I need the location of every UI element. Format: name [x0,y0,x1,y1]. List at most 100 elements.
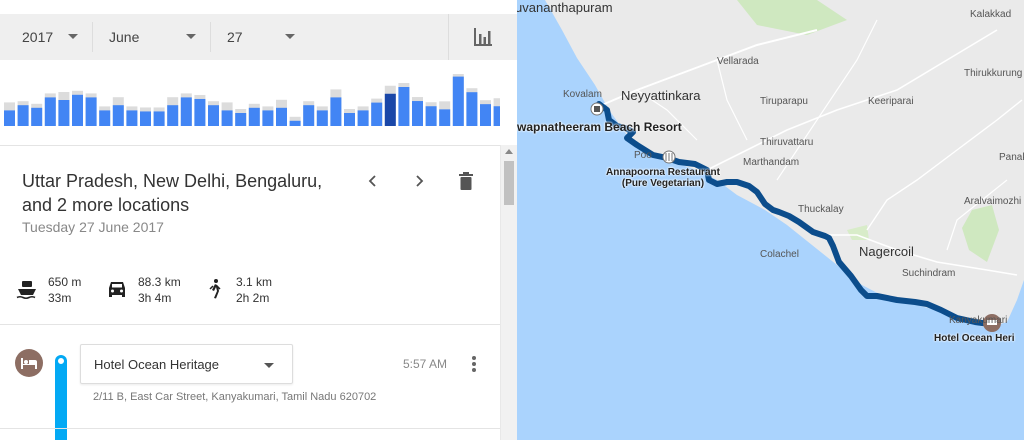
histogram-bar[interactable] [194,98,206,126]
chevron-left-icon [368,175,376,187]
map-label-kanyakumari: Kanyakumari [949,315,1008,326]
mode-car: 88.3 km 3h 4m [106,274,181,306]
divider [0,145,500,146]
map-label-beach-resort: wapnatheeram Beach Resort [517,120,682,134]
sea-area [517,0,1024,440]
histogram-bar[interactable] [140,111,151,126]
scroll-up-arrow[interactable] [505,149,513,154]
map-canvas[interactable] [517,0,1024,440]
chevron-down-icon [264,363,274,368]
histogram-bar[interactable] [112,105,124,126]
delete-day-button[interactable] [455,170,477,192]
histogram-bar[interactable] [99,110,111,126]
map-label-thirukkurungudi: Thirukkurung [964,68,1023,79]
year-select[interactable]: 2017 [0,22,93,52]
histogram-bar[interactable] [425,106,437,126]
histogram-bar[interactable] [344,113,355,126]
stats-button[interactable] [448,14,517,60]
place-type-badge [15,349,43,377]
place-address: 2/11 B, East Car Street, Kanyakumari, Ta… [93,391,377,403]
next-day-button[interactable] [408,170,430,192]
year-value: 2017 [22,29,54,45]
chevron-right-icon [416,175,424,187]
histogram-bar[interactable] [466,92,478,126]
histogram-bar[interactable] [167,105,179,126]
more-vert-icon[interactable] [468,354,480,374]
divider [0,324,500,325]
histogram-bar[interactable] [248,107,260,126]
map-label-poovar: Poo [634,150,652,161]
activity-histogram[interactable] [0,60,500,128]
day-select[interactable]: 27 [211,22,311,52]
histogram-bar[interactable] [303,105,315,126]
histogram-bar[interactable] [384,93,396,126]
map-label-kovalam: Kovalam [563,89,602,100]
map-label-restaurant: Annapoorna Restaurant (Pure Vegetarian) [606,167,720,189]
previous-day-button[interactable] [362,170,384,192]
place-name: Hotel Ocean Heritage [94,357,220,372]
day-summary-title: Uttar Pradesh, New Delhi, Bengaluru, and… [22,171,323,215]
walk-icon [209,279,221,299]
histogram-bar[interactable] [31,107,43,126]
histogram-bar[interactable] [480,104,491,126]
histogram-bar[interactable] [357,110,369,126]
car-duration: 3h 4m [138,291,172,305]
map-label-kalakkad: Kalakkad [970,9,1012,20]
histogram-bar[interactable] [180,97,192,126]
walk-duration: 2h 2m [236,291,270,305]
histogram-bar[interactable] [439,109,451,126]
map-label-nagercoil: Nagercoil [859,244,914,259]
chevron-down-icon [186,34,196,39]
map-label-thiruvananthapuram: uvananthapuram [517,0,613,15]
car-icon [109,282,125,297]
histogram-bar[interactable] [371,102,383,126]
histogram-bar[interactable] [262,110,274,126]
map-label-keeriparai: Keeriparai [868,96,914,107]
month-value: June [109,29,140,45]
histogram-bar[interactable] [235,113,247,126]
histogram-bar[interactable] [85,97,97,126]
map-label-thuckalay: Thuckalay [798,204,844,215]
histogram-bar[interactable] [316,110,328,126]
histogram-bar[interactable] [17,105,29,126]
histogram-bar[interactable] [493,106,500,126]
histogram-bar[interactable] [330,97,342,126]
chevron-down-icon [285,34,295,39]
place-dropdown[interactable]: Hotel Ocean Heritage [80,344,293,384]
map-label-neyyattinkara: Neyyattinkara [621,88,701,103]
map-label-suchindram: Suchindram [902,268,956,279]
histogram-bar[interactable] [208,105,219,126]
histogram-bar[interactable] [221,110,233,126]
mode-walk: 3.1 km 2h 2m [204,274,272,306]
panel-scrollbar[interactable] [500,145,517,440]
histogram-bar[interactable] [44,97,56,126]
map-label-panakudi: Panakud [999,152,1024,163]
histogram-bar[interactable] [153,111,165,126]
bar-chart-icon [474,28,492,46]
histogram-bar[interactable] [4,110,15,126]
histogram-bar[interactable] [58,100,70,126]
visit-time: 5:57 AM [403,357,448,371]
histogram-bar[interactable] [289,120,301,126]
car-distance: 88.3 km [138,275,181,289]
date-toolbar: 2017 June 27 [0,14,517,60]
hotel-icon [21,358,37,369]
map-label-aralvaimozhi: Aralvaimozhi [964,196,1022,207]
scroll-thumb[interactable] [504,161,514,205]
map-label-thiruvattaru: Thiruvattaru [760,137,814,148]
mode-ferry: 650 m 33m [16,274,81,306]
day-summary-date: Tuesday 27 June 2017 [22,219,164,235]
ferry-distance: 650 m [48,275,82,289]
histogram-bar[interactable] [398,87,410,126]
trash-icon [459,172,473,190]
map-view[interactable]: uvananthapuram Kalakkad Vellarada Thiruk… [517,0,1024,440]
chevron-down-icon [68,34,78,39]
histogram-bar[interactable] [412,101,423,126]
histogram-bar[interactable] [276,107,287,126]
histogram-bar[interactable] [126,110,138,126]
month-select[interactable]: June [93,22,211,52]
timeline-node [56,356,66,366]
histogram-bar[interactable] [72,94,83,126]
ferry-icon [16,281,36,300]
histogram-bar[interactable] [452,76,464,126]
